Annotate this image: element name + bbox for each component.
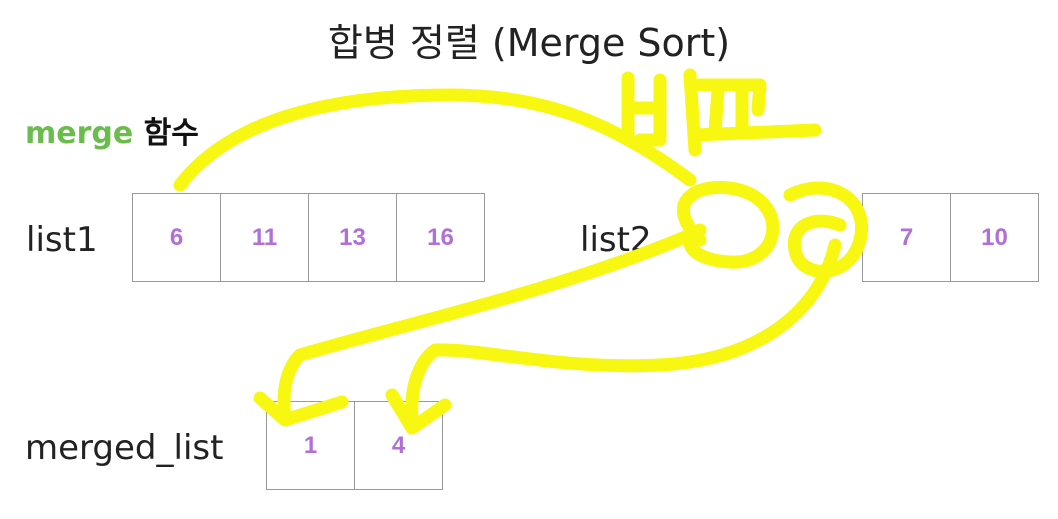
merged-list-cell: 1 <box>266 401 355 490</box>
merged-list-label: merged_list <box>25 428 224 468</box>
list1-cell: 13 <box>308 193 397 282</box>
list1-array: 6 11 13 16 <box>132 193 485 282</box>
page-title: 합병 정렬 (Merge Sort) <box>327 21 731 65</box>
annotation-text-bi <box>621 68 702 157</box>
list1-cell: 6 <box>132 193 221 282</box>
annotation-text-gyo <box>688 78 822 142</box>
list1-label: list1 <box>26 220 98 260</box>
compare-arc <box>173 88 697 192</box>
function-keyword: merge <box>25 116 134 151</box>
merged-list-array: 1 4 <box>266 401 443 490</box>
merged-list-cell: 4 <box>354 401 443 490</box>
loop-one <box>677 180 780 269</box>
list2-cell: 7 <box>862 193 951 282</box>
loop-two <box>783 181 868 278</box>
list1-cell: 11 <box>220 193 309 282</box>
function-label: merge 함수 <box>25 108 199 152</box>
list1-cell: 16 <box>396 193 485 282</box>
function-suffix: 함수 <box>143 116 199 151</box>
list2-cell: 10 <box>950 193 1039 282</box>
list2-array: 7 10 <box>862 193 1039 282</box>
list2-label: list2 <box>580 220 652 260</box>
